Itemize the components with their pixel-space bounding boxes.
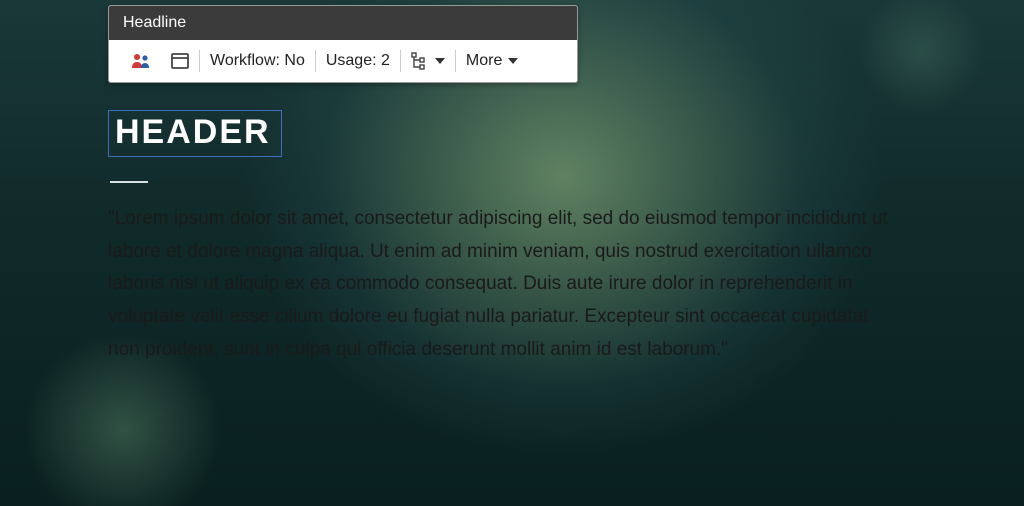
users-icon-button[interactable] [121,52,161,70]
chevron-down-icon [435,58,445,64]
more-label: More [466,52,502,70]
chevron-down-icon [508,58,518,64]
selected-element-frame[interactable]: HEADER [108,110,282,157]
page-header[interactable]: HEADER [115,113,271,152]
page-content: HEADER "Lorem ipsum dolor sit amet, cons… [108,110,888,366]
body-paragraph[interactable]: "Lorem ipsum dolor sit amet, consectetur… [108,203,888,366]
window-icon-button[interactable] [161,53,199,69]
workflow-status[interactable]: Workflow: No [200,52,315,70]
tree-dropdown-button[interactable] [401,52,455,70]
toolbox-body: Workflow: No Usage: 2 More [109,40,577,82]
workflow-label: Workflow: No [210,52,305,70]
toolbox-title: Headline [109,6,577,40]
more-button[interactable]: More [456,52,528,70]
usage-status[interactable]: Usage: 2 [316,52,400,70]
editor-toolbox: Headline Workflow: No Usage: 2 [108,5,578,83]
usage-label: Usage: 2 [326,52,390,70]
header-divider [110,181,148,183]
